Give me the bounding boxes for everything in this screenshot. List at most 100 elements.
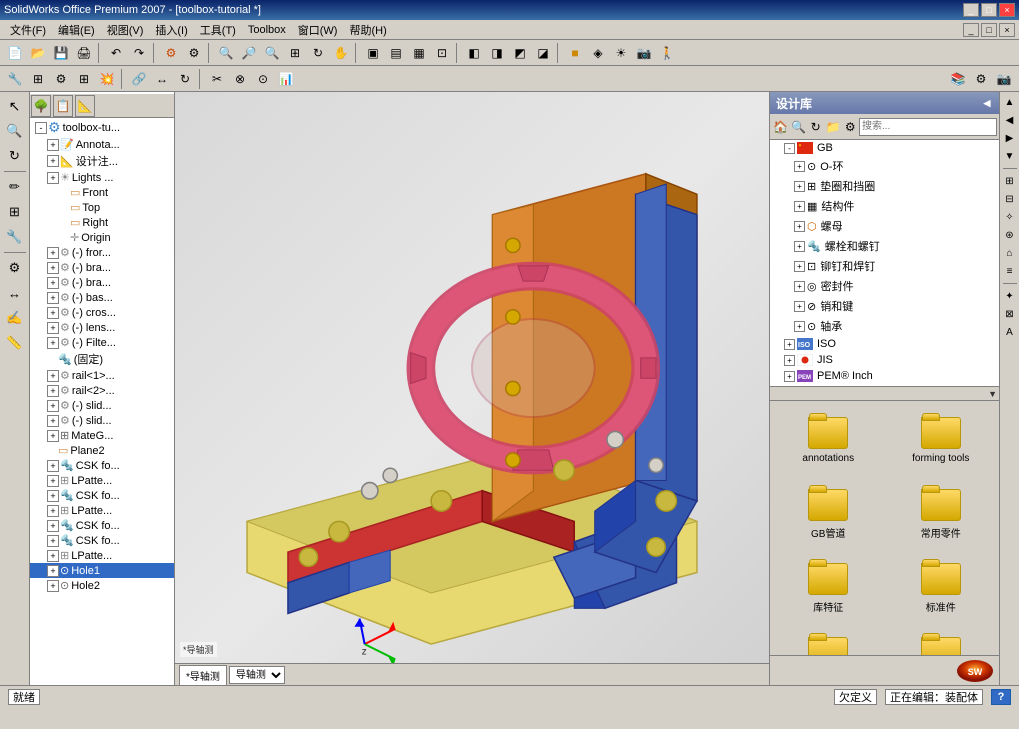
rt-btn-1[interactable]: ▲ (1002, 94, 1018, 110)
tree-item-lpat2[interactable]: + ⊞ LPatte... (30, 503, 174, 518)
lib-tree-gb[interactable]: - GB (770, 140, 999, 156)
walk-btn[interactable]: 🚶 (656, 42, 678, 64)
menu-file[interactable]: 文件(F) (4, 22, 52, 38)
tree-item-fixed[interactable]: 🔩 (固定) (30, 350, 174, 368)
select-tool[interactable]: ↖ (3, 94, 27, 118)
rt-btn-4[interactable]: ▼ (1002, 148, 1018, 164)
lib-add-btn[interactable]: 📁 (824, 116, 841, 138)
menu-window[interactable]: 窗口(W) (292, 22, 344, 38)
mate-tool[interactable]: ⚙ (3, 256, 27, 280)
rt-btn-2[interactable]: ◀ (1002, 112, 1018, 128)
menu-toolbox[interactable]: Toolbox (242, 24, 292, 36)
expand-csk4[interactable]: + (47, 535, 59, 547)
rebuild-btn[interactable]: ⚙ (160, 42, 182, 64)
explode-btn[interactable]: 💥 (96, 68, 118, 90)
camera-btn[interactable]: 📷 (633, 42, 655, 64)
lib-bearing-expand[interactable]: + (794, 321, 805, 332)
rotate2-btn[interactable]: ↻ (174, 68, 196, 90)
pan-btn[interactable]: ✋ (330, 42, 352, 64)
menu-edit[interactable]: 编辑(E) (52, 22, 101, 38)
fit-btn[interactable]: ⊞ (284, 42, 306, 64)
assembly-btn[interactable]: 🔧 (4, 68, 26, 90)
measure-tool[interactable]: 📏 (3, 331, 27, 355)
expand-lpat3[interactable]: + (47, 550, 59, 562)
expand-csk3[interactable]: + (47, 520, 59, 532)
tree-item-annotations[interactable]: + 📝 Annota... (30, 137, 174, 152)
insert-comp-btn[interactable]: ⊞ (27, 68, 49, 90)
lib-tree-bearing[interactable]: + ⊙ 轴承 (770, 316, 999, 336)
folder-common-parts[interactable]: 常用零件 (887, 479, 996, 549)
expand-bra2[interactable]: + (47, 277, 59, 289)
inner-minimize[interactable]: _ (963, 23, 979, 37)
lib-search-input[interactable] (859, 118, 997, 136)
design-library-collapse[interactable]: ◀ (981, 98, 993, 109)
expand-slid1[interactable]: + (47, 400, 59, 412)
interf-btn[interactable]: ⊗ (229, 68, 251, 90)
lib-struct-expand[interactable]: + (794, 201, 805, 212)
view-tab-isometric[interactable]: *导轴测 (179, 665, 227, 685)
expand-csk2[interactable]: + (47, 490, 59, 502)
lib-home-btn[interactable]: 🏠 (772, 116, 789, 138)
menu-tools[interactable]: 工具(T) (194, 22, 242, 38)
folder-annotations[interactable]: annotations (774, 405, 883, 475)
expand-mateg[interactable]: + (47, 430, 59, 442)
tree-tab1[interactable]: 🌳 (31, 95, 51, 117)
tree-item-lens[interactable]: + ⚙ (-) lens... (30, 320, 174, 335)
lib-tree-gasket[interactable]: + ⊞ 垫圈和挡圈 (770, 176, 999, 196)
lib-tree-pin[interactable]: + ⊘ 销和键 (770, 296, 999, 316)
open-btn[interactable]: 📂 (27, 42, 49, 64)
inner-close[interactable]: × (999, 23, 1015, 37)
tree-item-top[interactable]: ▭ Top (30, 200, 174, 215)
tree-item-design[interactable]: + 📐 设计注... (30, 152, 174, 170)
expand-design[interactable]: + (47, 155, 59, 167)
assembly-tool[interactable]: 🔧 (3, 225, 27, 249)
lib-tree-pem[interactable]: + PEM PEM® Inch (770, 368, 999, 384)
lib-gb-expand[interactable]: - (784, 143, 795, 154)
scroll-down-arrow[interactable]: ▼ (988, 389, 997, 399)
tree-item-filte[interactable]: + ⚙ (-) Filte... (30, 335, 174, 350)
menu-insert[interactable]: 插入(I) (149, 22, 193, 38)
folder-standard-elec[interactable]: 标准电器元件 (774, 627, 883, 655)
lib-tree-struct[interactable]: + ▦ 结构件 (770, 196, 999, 216)
display4-btn[interactable]: ◪ (532, 42, 554, 64)
expand-hole2[interactable]: + (47, 580, 59, 592)
expand-lpat2[interactable]: + (47, 505, 59, 517)
rotate-btn[interactable]: ↻ (307, 42, 329, 64)
render-btn[interactable]: ◈ (587, 42, 609, 64)
tree-item-plane2[interactable]: ▭ Plane2 (30, 443, 174, 458)
tree-item-csk2[interactable]: + 🔩 CSK fo... (30, 488, 174, 503)
lib-tree-rivet[interactable]: + ⊡ 铆钉和焊钉 (770, 256, 999, 276)
expand-lights[interactable]: + (47, 172, 59, 184)
tree-root[interactable]: - ⚙ toolbox-tu... (30, 118, 174, 137)
lib-nut-expand[interactable]: + (794, 221, 805, 232)
tree-item-slid1[interactable]: + ⚙ (-) slid... (30, 398, 174, 413)
expand-rail1[interactable]: + (47, 370, 59, 382)
expand-annotations[interactable]: + (47, 139, 59, 151)
folder-forming-tools[interactable]: forming tools (887, 405, 996, 475)
lib-pem-expand[interactable]: + (784, 371, 795, 382)
restore-button[interactable]: □ (981, 3, 997, 17)
expand-rail2[interactable]: + (47, 385, 59, 397)
lib-search-btn[interactable]: 🔍 (790, 116, 807, 138)
dim-tool[interactable]: ↔ (3, 281, 27, 305)
lib-gasket-expand[interactable]: + (794, 181, 805, 192)
lib-tree-bolt[interactable]: + 🔩 螺栓和螺钉 (770, 236, 999, 256)
expand-slid2[interactable]: + (47, 415, 59, 427)
mate-btn[interactable]: ⚙ (50, 68, 72, 90)
lib-tree-iso[interactable]: + ISO ISO (770, 336, 999, 352)
design-lib-btn[interactable]: 📚 (947, 68, 969, 90)
lib-tree-o-ring[interactable]: + ⊙ O-环 (770, 156, 999, 176)
redo-btn[interactable]: ↷ (128, 42, 150, 64)
tree-tab3[interactable]: 📐 (75, 95, 95, 117)
tree-item-bra1[interactable]: + ⚙ (-) bra... (30, 260, 174, 275)
folder-weld-fixtures[interactable]: 焊接轮廓 (887, 627, 996, 655)
menu-help[interactable]: 帮助(H) (343, 22, 392, 38)
inner-restore[interactable]: □ (981, 23, 997, 37)
tree-item-bas[interactable]: + ⚙ (-) bas... (30, 290, 174, 305)
lib-tree-seal[interactable]: + ◎ 密封件 (770, 276, 999, 296)
expand-bra1[interactable]: + (47, 262, 59, 274)
new-btn[interactable]: 📄 (4, 42, 26, 64)
zoomin-btn[interactable]: 🔎 (238, 42, 260, 64)
tree-item-csk4[interactable]: + 🔩 CSK fo... (30, 533, 174, 548)
clearance-btn[interactable]: ⊙ (252, 68, 274, 90)
